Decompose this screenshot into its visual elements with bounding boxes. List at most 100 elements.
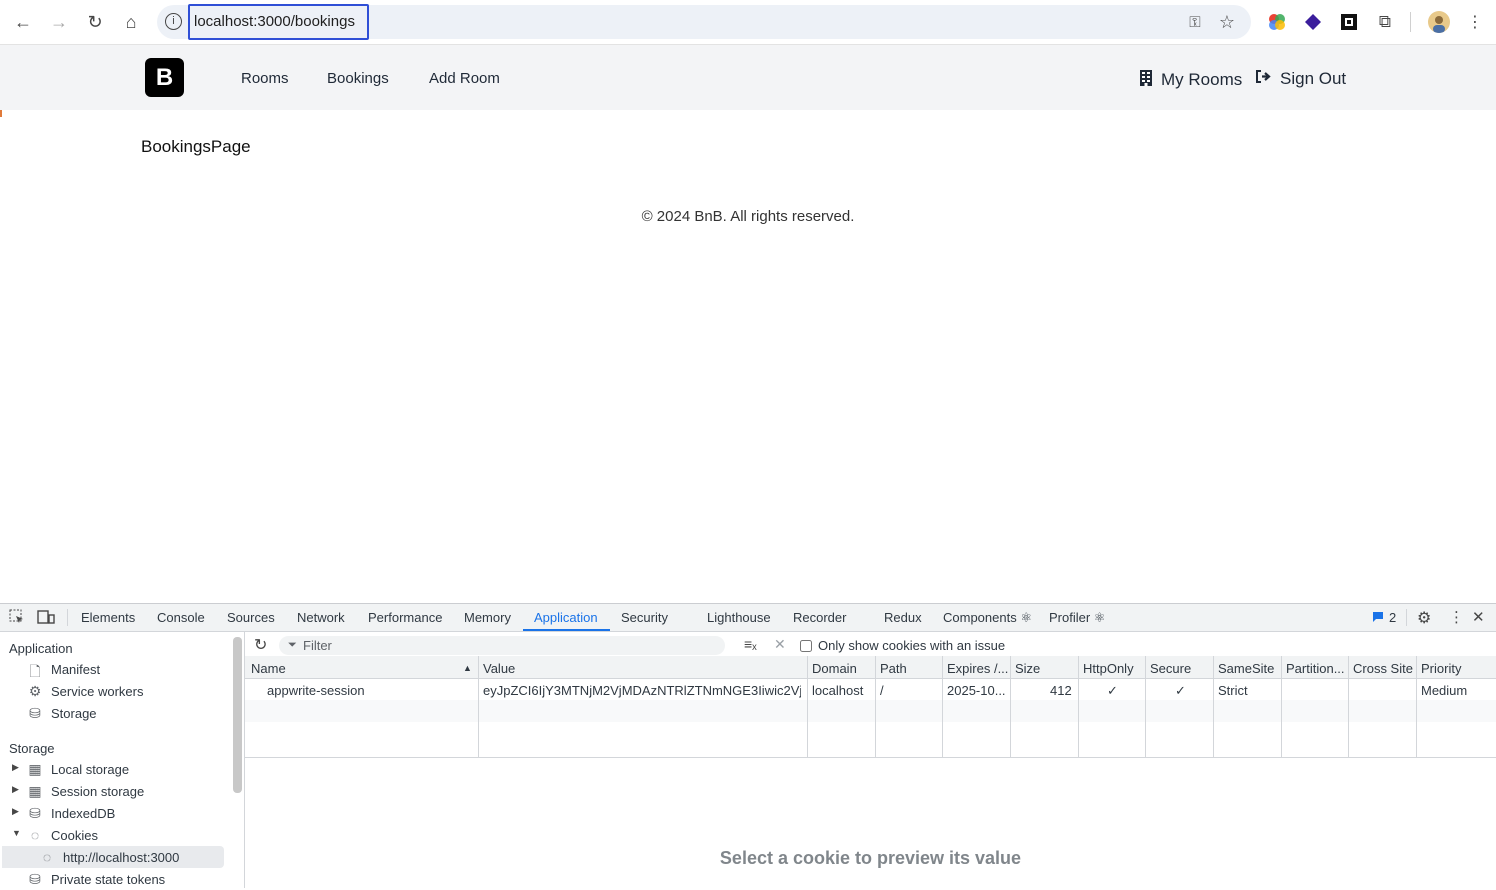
tab-redux[interactable]: Redux [884, 610, 922, 625]
tab-components[interactable]: Components ⚛ [943, 610, 1032, 626]
sidebar-scrollbar[interactable] [233, 637, 242, 793]
sidebar-item-session-storage[interactable]: ▶ ▦ Session storage [0, 780, 226, 802]
tab-elements[interactable]: Elements [81, 610, 135, 625]
column-divider[interactable] [478, 656, 479, 757]
reload-icon[interactable]: ↻ [81, 8, 109, 36]
column-header-secure[interactable]: Secure [1150, 661, 1191, 676]
sidebar-section-storage: Storage [9, 741, 55, 756]
filter-placeholder: Filter [303, 638, 332, 653]
browser-menu-icon[interactable]: ⋮ [1464, 11, 1486, 33]
column-header-value[interactable]: Value [483, 661, 515, 676]
expand-arrow-icon[interactable]: ▶ [12, 806, 19, 817]
frame-extension-icon[interactable] [1338, 11, 1360, 33]
app-logo[interactable]: B [145, 58, 184, 97]
sign-out-label: Sign Out [1280, 69, 1347, 88]
sidebar-item-label: Session storage [51, 784, 145, 799]
tab-performance[interactable]: Performance [368, 610, 442, 625]
only-issues-checkbox[interactable] [800, 639, 812, 652]
column-divider[interactable] [875, 656, 876, 757]
tab-profiler[interactable]: Profiler ⚛ [1049, 610, 1105, 626]
column-divider[interactable] [1010, 656, 1011, 757]
column-divider[interactable] [807, 656, 808, 757]
sign-out-link[interactable]: Sign Out [1255, 69, 1346, 89]
sidebar-item-manifest[interactable]: 🗋 Manifest [0, 658, 226, 680]
site-info-icon[interactable]: i [165, 13, 182, 30]
bookmark-star-icon[interactable]: ☆ [1216, 11, 1238, 33]
tab-console[interactable]: Console [157, 610, 205, 625]
column-header-priority[interactable]: Priority [1421, 661, 1461, 676]
sort-ascending-icon[interactable]: ▲ [463, 663, 472, 673]
tab-sources[interactable]: Sources [227, 610, 275, 625]
column-header-httponly[interactable]: HttpOnly [1083, 661, 1134, 676]
home-icon[interactable]: ⌂ [117, 8, 145, 36]
expand-arrow-icon[interactable]: ▶ [12, 784, 19, 795]
column-divider[interactable] [1213, 656, 1214, 757]
tab-recorder[interactable]: Recorder [793, 610, 846, 625]
tab-application[interactable]: Application [534, 610, 598, 625]
devtools-menu-icon[interactable]: ⋮ [1449, 608, 1464, 626]
refresh-icon[interactable]: ↻ [254, 635, 267, 655]
nav-bookings-link[interactable]: Bookings [327, 70, 389, 87]
column-divider[interactable] [1078, 656, 1079, 757]
password-key-icon[interactable]: ⚿ [1184, 11, 1206, 33]
nav-rooms-link[interactable]: Rooms [241, 70, 289, 87]
sign-out-icon [1255, 69, 1272, 89]
column-header-path[interactable]: Path [880, 661, 907, 676]
cell-secure: ✓ [1175, 683, 1186, 698]
sidebar-item-cookie-origin[interactable]: ◌ http://localhost:3000 [2, 846, 224, 868]
clear-all-icon[interactable]: ≡ₓ [744, 636, 757, 652]
extensions-puzzle-icon[interactable]: ⧉ [1374, 11, 1396, 33]
column-header-domain[interactable]: Domain [812, 661, 857, 676]
tab-security[interactable]: Security [621, 610, 668, 625]
collapse-arrow-icon[interactable]: ▼ [12, 828, 21, 838]
sidebar-item-label: IndexedDB [51, 806, 116, 821]
tab-memory[interactable]: Memory [464, 610, 511, 625]
cell-name: appwrite-session [267, 683, 365, 698]
column-divider[interactable] [1348, 656, 1349, 757]
diamond-extension-icon[interactable] [1302, 11, 1324, 33]
close-devtools-icon[interactable]: ✕ [1472, 608, 1485, 626]
cookie-icon: ◌ [42, 849, 52, 865]
table-grid-icon: ▦ [28, 761, 42, 777]
column-header-name[interactable]: Name [251, 661, 286, 676]
sidebar-item-service-workers[interactable]: ⚙ Service workers [0, 680, 226, 702]
settings-gear-icon[interactable]: ⚙ [1417, 608, 1431, 628]
tab-network[interactable]: Network [297, 610, 345, 625]
column-header-samesite[interactable]: SameSite [1218, 661, 1274, 676]
column-divider[interactable] [1416, 656, 1417, 757]
cell-value: eyJpZCI6IjY3MTNjM2VjMDAzNTRlZTNmNGE3Iiwi… [483, 683, 801, 698]
nav-add-room-link[interactable]: Add Room [429, 70, 500, 87]
column-header-partition[interactable]: Partition... [1286, 661, 1345, 676]
column-header-size[interactable]: Size [1015, 661, 1040, 676]
device-toolbar-icon[interactable] [37, 609, 55, 629]
my-rooms-link[interactable]: My Rooms [1139, 69, 1242, 91]
profile-avatar[interactable] [1428, 11, 1450, 33]
forward-icon[interactable]: → [45, 8, 73, 36]
url-text[interactable]: localhost:3000/bookings [194, 13, 355, 30]
column-divider[interactable] [1281, 656, 1282, 757]
filter-input[interactable]: ⏷ Filter [279, 636, 725, 655]
column-header-cross-site[interactable]: Cross Site [1353, 661, 1413, 676]
message-icon [1372, 610, 1384, 625]
sidebar-item-storage[interactable]: ⛁ Storage [0, 702, 226, 724]
tab-lighthouse[interactable]: Lighthouse [707, 610, 771, 625]
cell-domain: localhost [812, 683, 864, 698]
issues-counter[interactable]: 2 [1372, 610, 1396, 625]
column-header-expires[interactable]: Expires /... [947, 661, 1008, 676]
only-issues-checkbox-row[interactable]: Only show cookies with an issue [800, 638, 1005, 653]
sidebar-item-label: Manifest [51, 662, 101, 677]
column-divider[interactable] [1145, 656, 1146, 757]
inspect-element-icon[interactable] [9, 609, 25, 629]
active-tab-indicator [523, 629, 610, 631]
color-wheel-extension-icon[interactable] [1266, 11, 1288, 33]
table-row-stripe [245, 700, 1496, 722]
footer-copyright: © 2024 BnB. All rights reserved. [641, 208, 855, 225]
sidebar-item-cookies[interactable]: ▼ ◌ Cookies [0, 824, 226, 846]
expand-arrow-icon[interactable]: ▶ [12, 762, 19, 773]
my-rooms-label: My Rooms [1161, 70, 1243, 89]
sidebar-item-local-storage[interactable]: ▶ ▦ Local storage [0, 758, 226, 780]
delete-selected-icon[interactable]: ✕ [774, 636, 786, 653]
sidebar-item-indexeddb[interactable]: ▶ ⛁ IndexedDB [0, 802, 226, 824]
column-divider[interactable] [942, 656, 943, 757]
back-icon[interactable]: ← [9, 8, 37, 36]
